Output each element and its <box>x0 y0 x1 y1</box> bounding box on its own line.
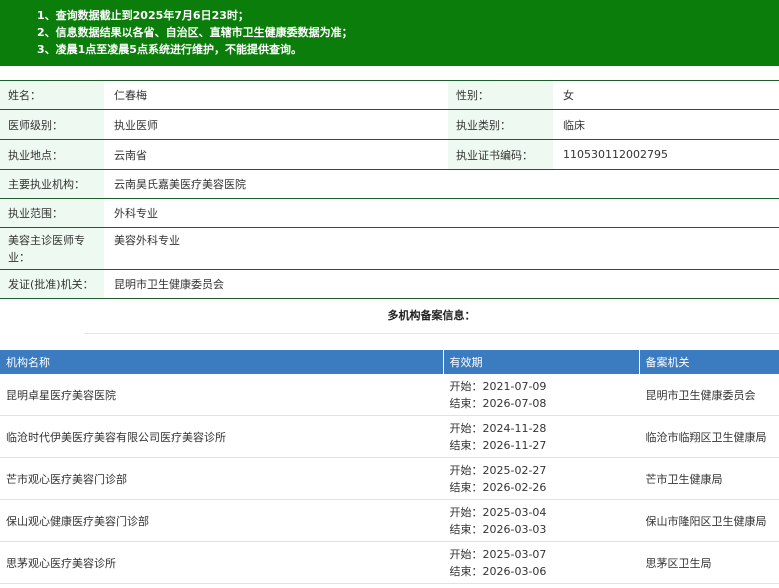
start-prefix: 开始： <box>449 505 483 519</box>
place-value: 云南省 <box>104 140 448 169</box>
table-row: 临沧时代伊美医疗美容有限公司医疗美容诊所 开始：2024-11-28 结束：20… <box>0 415 779 458</box>
notice-banner: 1、查询数据截止到2025年7月6日23时； 2、信息数据结果以各省、自治区、直… <box>0 0 779 66</box>
beauty-label-line-2: 业： <box>8 251 30 264</box>
beauty-label: 美容主诊医师专 业： <box>0 228 104 269</box>
multi-org-section-title: 多机构备案信息： <box>84 299 779 334</box>
cert-label: 执业证书编码： <box>448 140 553 169</box>
table-row: 思茅观心医疗美容诊所 开始：2025-03-07 结束：2026-03-06 思… <box>0 541 779 584</box>
start-prefix: 开始： <box>449 547 483 561</box>
authority: 芒市卫生健康局 <box>638 457 779 500</box>
table-row: 昆明卓星医疗美容医院 开始：2021-07-09 结束：2026-07-08 昆… <box>0 374 779 416</box>
org-name: 昆明卓星医疗美容医院 <box>0 374 444 416</box>
category-value: 临床 <box>553 110 779 139</box>
name-label: 姓名： <box>0 81 104 109</box>
validity-period: 开始：2025-02-27 结束：2026-02-26 <box>442 457 640 500</box>
org-name: 保山观心健康医疗美容门诊部 <box>0 499 444 542</box>
info-row-scope: 执业范围： 外科专业 <box>0 199 779 228</box>
end-prefix: 结束： <box>449 564 483 578</box>
end-prefix: 结束： <box>449 522 483 536</box>
category-label: 执业类别： <box>448 110 553 139</box>
validity-period: 开始：2021-07-09 结束：2026-07-08 <box>442 374 640 416</box>
gender-value: 女 <box>553 81 779 109</box>
place-label: 执业地点： <box>0 140 104 169</box>
start-date: 2025-02-27 <box>482 463 547 477</box>
multi-org-table: 机构名称 有效期 备案机关 昆明卓星医疗美容医院 开始：2021-07-09 结… <box>0 350 779 584</box>
validity-period: 开始：2024-11-28 结束：2026-11-27 <box>442 415 640 458</box>
table-row: 芒市观心医疗美容门诊部 开始：2025-02-27 结束：2026-02-26 … <box>0 457 779 500</box>
notice-line-2: 2、信息数据结果以各省、自治区、直辖市卫生健康委数据为准； <box>37 26 353 39</box>
end-prefix: 结束： <box>449 396 483 410</box>
header-authority: 备案机关 <box>638 350 779 374</box>
start-prefix: 开始： <box>449 379 483 393</box>
info-row-level: 医师级别： 执业医师 执业类别： 临床 <box>0 110 779 140</box>
end-prefix: 结束： <box>449 438 483 452</box>
doctor-info-table: 姓名： 仁春梅 性别： 女 医师级别： 执业医师 执业类别： 临床 执业地点： … <box>0 80 779 299</box>
end-date: 2026-03-03 <box>482 522 547 536</box>
validity-period: 开始：2025-03-04 结束：2026-03-03 <box>442 499 640 542</box>
org-value: 云南昊氏嘉美医疗美容医院 <box>104 170 779 198</box>
org-name: 思茅观心医疗美容诊所 <box>0 541 444 584</box>
beauty-value: 美容外科专业 <box>104 228 779 269</box>
name-value: 仁春梅 <box>104 81 448 109</box>
issuer-value: 昆明市卫生健康委员会 <box>104 270 779 298</box>
authority: 昆明市卫生健康委员会 <box>638 374 779 416</box>
info-row-beauty: 美容主诊医师专 业： 美容外科专业 <box>0 228 779 270</box>
org-name: 临沧时代伊美医疗美容有限公司医疗美容诊所 <box>0 415 444 458</box>
notice-line-1: 1、查询数据截止到2025年7月6日23时； <box>37 9 249 22</box>
org-label: 主要执业机构： <box>0 170 104 198</box>
scope-label: 执业范围： <box>0 199 104 227</box>
level-label: 医师级别： <box>0 110 104 139</box>
org-name: 芒市观心医疗美容门诊部 <box>0 457 444 500</box>
table-row: 保山观心健康医疗美容门诊部 开始：2025-03-04 结束：2026-03-0… <box>0 499 779 542</box>
validity-period: 开始：2025-03-07 结束：2026-03-06 <box>442 541 640 584</box>
end-date: 2026-02-26 <box>482 480 547 494</box>
start-date: 2025-03-07 <box>482 547 547 561</box>
beauty-label-line-1: 美容主诊医师专 <box>8 234 85 247</box>
header-validity: 有效期 <box>442 350 640 374</box>
notice-line-3: 3、凌晨1点至凌晨5点系统进行维护，不能提供查询。 <box>37 43 302 56</box>
org-table-header: 机构名称 有效期 备案机关 <box>0 350 779 374</box>
authority: 保山市隆阳区卫生健康局 <box>638 499 779 542</box>
info-row-name: 姓名： 仁春梅 性别： 女 <box>0 81 779 110</box>
scope-value: 外科专业 <box>104 199 779 227</box>
start-date: 2025-03-04 <box>482 505 547 519</box>
header-org-name: 机构名称 <box>0 350 444 374</box>
end-date: 2026-03-06 <box>482 564 547 578</box>
issuer-label: 发证(批准)机关： <box>0 270 104 298</box>
level-value: 执业医师 <box>104 110 448 139</box>
end-prefix: 结束： <box>449 480 483 494</box>
start-prefix: 开始： <box>449 463 483 477</box>
authority: 思茅区卫生局 <box>638 541 779 584</box>
start-prefix: 开始： <box>449 421 483 435</box>
authority: 临沧市临翔区卫生健康局 <box>638 415 779 458</box>
end-date: 2026-07-08 <box>482 396 547 410</box>
end-date: 2026-11-27 <box>482 438 547 452</box>
cert-value: 110530112002795 <box>553 140 779 169</box>
gender-label: 性别： <box>448 81 553 109</box>
start-date: 2021-07-09 <box>482 379 547 393</box>
start-date: 2024-11-28 <box>482 421 547 435</box>
info-row-org: 主要执业机构： 云南昊氏嘉美医疗美容医院 <box>0 170 779 199</box>
info-row-place: 执业地点： 云南省 执业证书编码： 110530112002795 <box>0 140 779 170</box>
info-row-issuer: 发证(批准)机关： 昆明市卫生健康委员会 <box>0 270 779 299</box>
